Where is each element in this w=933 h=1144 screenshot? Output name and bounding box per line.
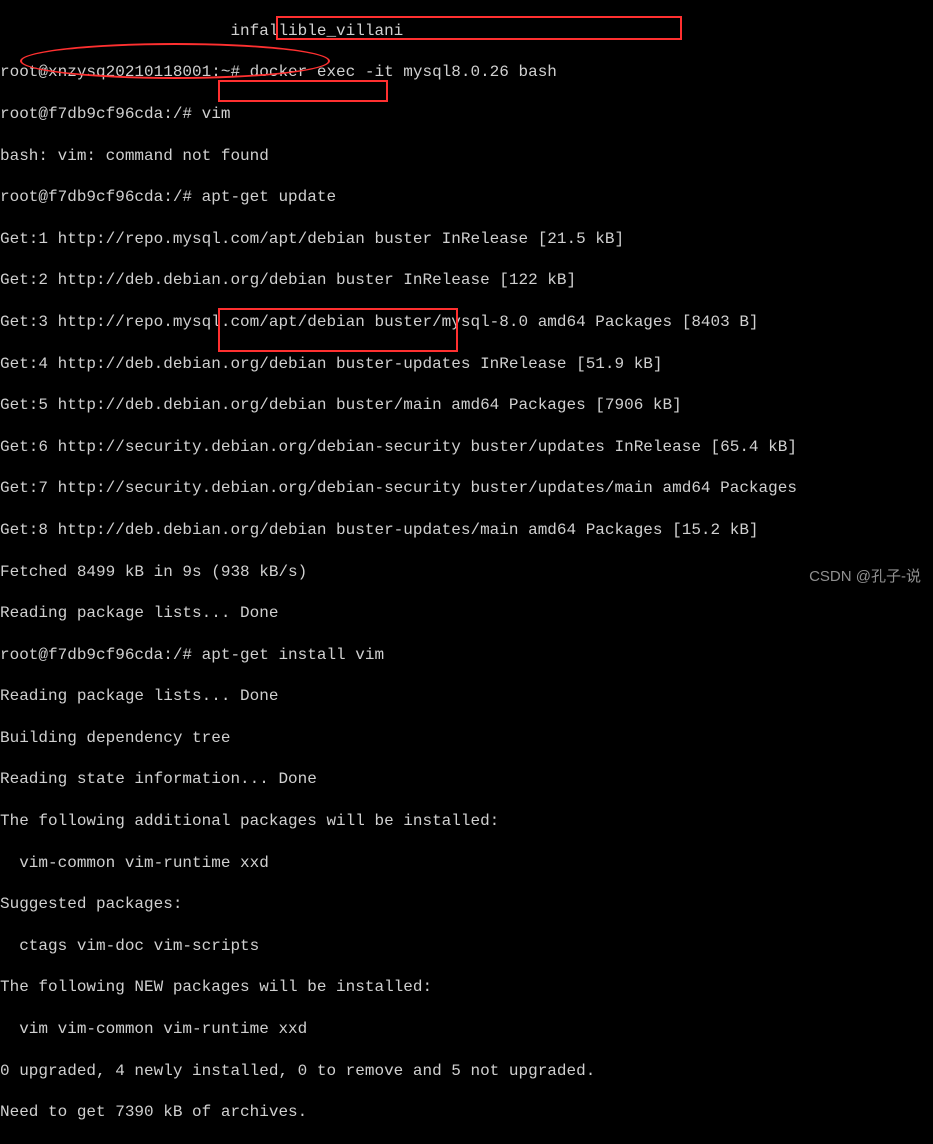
output-line: vim vim-common vim-runtime xxd bbox=[0, 1019, 933, 1040]
output-line: Need to get 7390 kB of archives. bbox=[0, 1102, 933, 1123]
output-line: Reading package lists... Done bbox=[0, 603, 933, 624]
output-line: Suggested packages: bbox=[0, 894, 933, 915]
output-line: infallible_villani bbox=[0, 21, 933, 42]
output-line: vim-common vim-runtime xxd bbox=[0, 853, 933, 874]
prompt-line-apt-update: root@f7db9cf96cda:/# apt-get update bbox=[0, 187, 933, 208]
output-line: Reading state information... Done bbox=[0, 769, 933, 790]
output-line: Get:3 http://repo.mysql.com/apt/debian b… bbox=[0, 312, 933, 333]
output-line: Building dependency tree bbox=[0, 728, 933, 749]
output-line: The following NEW packages will be insta… bbox=[0, 977, 933, 998]
output-line: Get:5 http://deb.debian.org/debian buste… bbox=[0, 395, 933, 416]
output-line: Fetched 8499 kB in 9s (938 kB/s) bbox=[0, 562, 933, 583]
prompt-line-apt-install: root@f7db9cf96cda:/# apt-get install vim bbox=[0, 645, 933, 666]
terminal-output[interactable]: infallible_villani root@xnzysq2021011800… bbox=[0, 0, 933, 1144]
watermark-text: CSDN @孔子-说 bbox=[809, 567, 921, 587]
output-line: Reading package lists... Done bbox=[0, 686, 933, 707]
output-line: Get:7 http://security.debian.org/debian-… bbox=[0, 478, 933, 499]
output-line: Get:8 http://deb.debian.org/debian buste… bbox=[0, 520, 933, 541]
output-line: 0 upgraded, 4 newly installed, 0 to remo… bbox=[0, 1061, 933, 1082]
output-line: Get:4 http://deb.debian.org/debian buste… bbox=[0, 354, 933, 375]
output-line: The following additional packages will b… bbox=[0, 811, 933, 832]
output-line: Get:2 http://deb.debian.org/debian buste… bbox=[0, 270, 933, 291]
output-line: Get:6 http://security.debian.org/debian-… bbox=[0, 437, 933, 458]
output-line: ctags vim-doc vim-scripts bbox=[0, 936, 933, 957]
output-line: Get:1 http://repo.mysql.com/apt/debian b… bbox=[0, 229, 933, 250]
output-line-error: bash: vim: command not found bbox=[0, 146, 933, 167]
prompt-line-docker-exec: root@xnzysq20210118001:~# docker exec -i… bbox=[0, 62, 933, 83]
prompt-line-vim: root@f7db9cf96cda:/# vim bbox=[0, 104, 933, 125]
